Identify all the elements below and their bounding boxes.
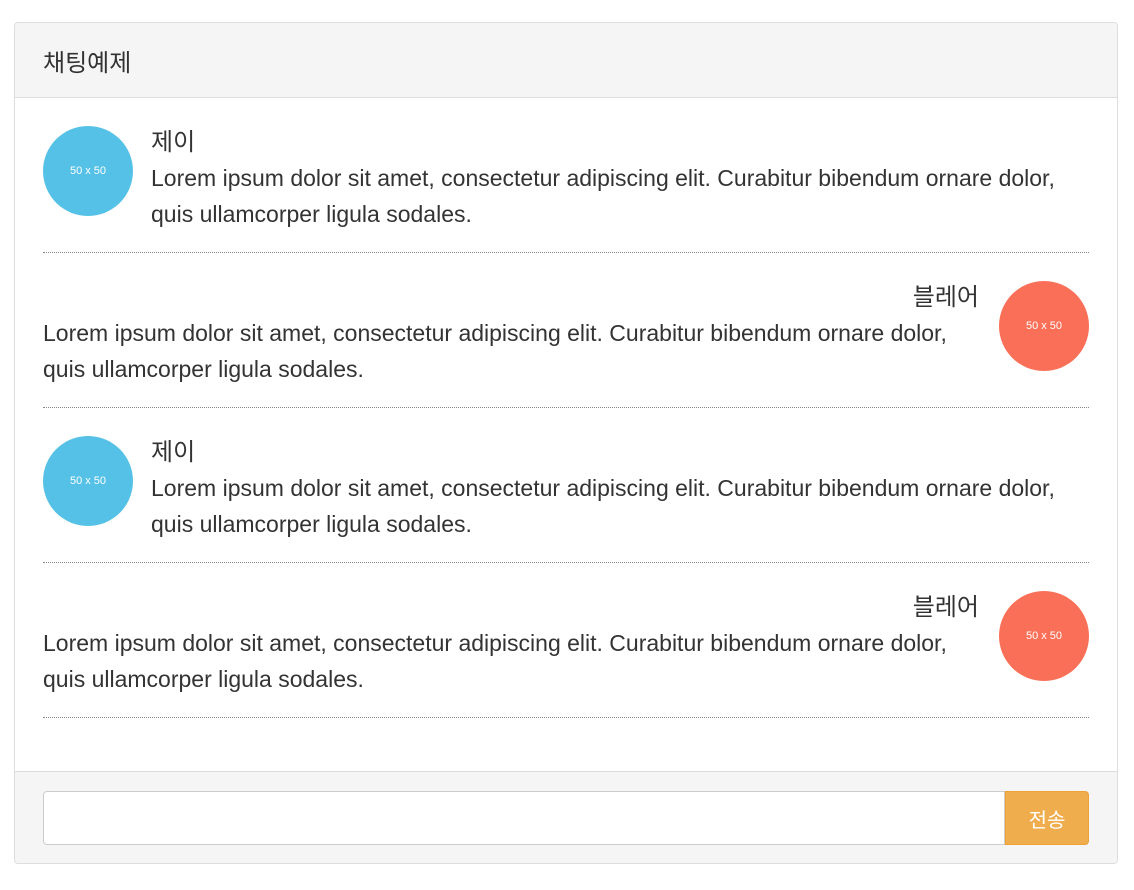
message-text: Lorem ipsum dolor sit amet, consectetur … <box>43 320 947 382</box>
sender-name: 제이 <box>151 438 196 466</box>
message-input-group: 전송 <box>43 791 1089 845</box>
send-button[interactable]: 전송 <box>1005 791 1089 845</box>
message-content: 제이 Lorem ipsum dolor sit amet, consectet… <box>151 126 1089 232</box>
avatar-placeholder-text: 50 x 50 <box>69 165 107 177</box>
message-text: Lorem ipsum dolor sit amet, consectetur … <box>151 475 1055 537</box>
chat-list[interactable]: 50 x 50 제이 Lorem ipsum dolor sit amet, c… <box>15 98 1117 773</box>
chat-panel: 채팅예제 50 x 50 제이 Lorem ipsum dolor sit am… <box>14 22 1118 864</box>
message-text: Lorem ipsum dolor sit amet, consectetur … <box>43 630 947 692</box>
panel-title: 채팅예제 <box>43 48 132 77</box>
message-content: 블레어 Lorem ipsum dolor sit amet, consecte… <box>43 591 979 697</box>
avatar-placeholder-text: 50 x 50 <box>1025 320 1063 332</box>
avatar-placeholder-text: 50 x 50 <box>69 475 107 487</box>
message-input[interactable] <box>43 791 1005 845</box>
sender-name: 제이 <box>151 128 196 156</box>
panel-footer: 전송 <box>15 771 1117 863</box>
avatar-placeholder-text: 50 x 50 <box>1025 630 1063 642</box>
chat-message: 50 x 50 블레어 Lorem ipsum dolor sit amet, … <box>43 563 1089 718</box>
avatar: 50 x 50 <box>43 436 133 526</box>
message-content: 제이 Lorem ipsum dolor sit amet, consectet… <box>151 436 1089 542</box>
chat-message: 50 x 50 제이 Lorem ipsum dolor sit amet, c… <box>43 98 1089 253</box>
chat-message: 50 x 50 제이 Lorem ipsum dolor sit amet, c… <box>43 408 1089 563</box>
avatar: 50 x 50 <box>999 281 1089 371</box>
avatar: 50 x 50 <box>43 126 133 216</box>
message-text: Lorem ipsum dolor sit amet, consectetur … <box>151 165 1055 227</box>
chat-message: 50 x 50 블레어 Lorem ipsum dolor sit amet, … <box>43 253 1089 408</box>
sender-name: 블레어 <box>912 593 979 621</box>
panel-heading: 채팅예제 <box>15 23 1117 98</box>
sender-name: 블레어 <box>912 283 979 311</box>
avatar: 50 x 50 <box>999 591 1089 681</box>
message-content: 블레어 Lorem ipsum dolor sit amet, consecte… <box>43 281 979 387</box>
